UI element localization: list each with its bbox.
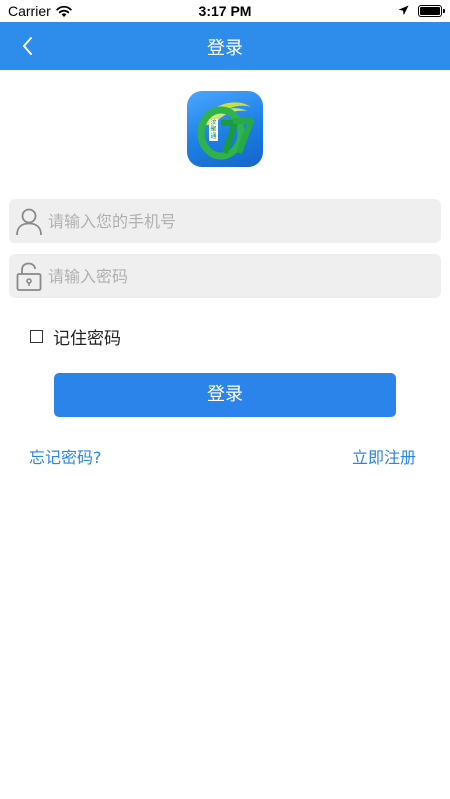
nav-bar: 登录 (0, 22, 450, 70)
remember-checkbox[interactable] (30, 329, 43, 343)
password-field[interactable] (9, 254, 441, 298)
remember-password-toggle[interactable]: 记住密码 (30, 323, 121, 349)
page-title: 登录 (207, 38, 243, 59)
location-arrow-icon (398, 5, 409, 16)
register-link[interactable]: 立即注册 (352, 444, 416, 468)
remember-label: 记住密码 (53, 328, 121, 349)
status-time: 3:17 PM (198, 3, 252, 19)
phone-field[interactable] (9, 199, 441, 243)
login-button[interactable]: 登录 (54, 373, 396, 417)
logo-text: 汶聚通 (210, 119, 217, 140)
app-logo: 汶聚通 (187, 91, 263, 167)
password-input[interactable] (48, 254, 433, 298)
lock-icon (16, 262, 42, 291)
status-bar: Carrier 3:17 PM (0, 0, 450, 22)
phone-input[interactable] (48, 199, 433, 243)
user-icon (16, 208, 42, 236)
forgot-password-link[interactable]: 忘记密码? (29, 444, 102, 468)
app-logo-graphic (197, 102, 254, 160)
battery-icon (418, 5, 445, 17)
